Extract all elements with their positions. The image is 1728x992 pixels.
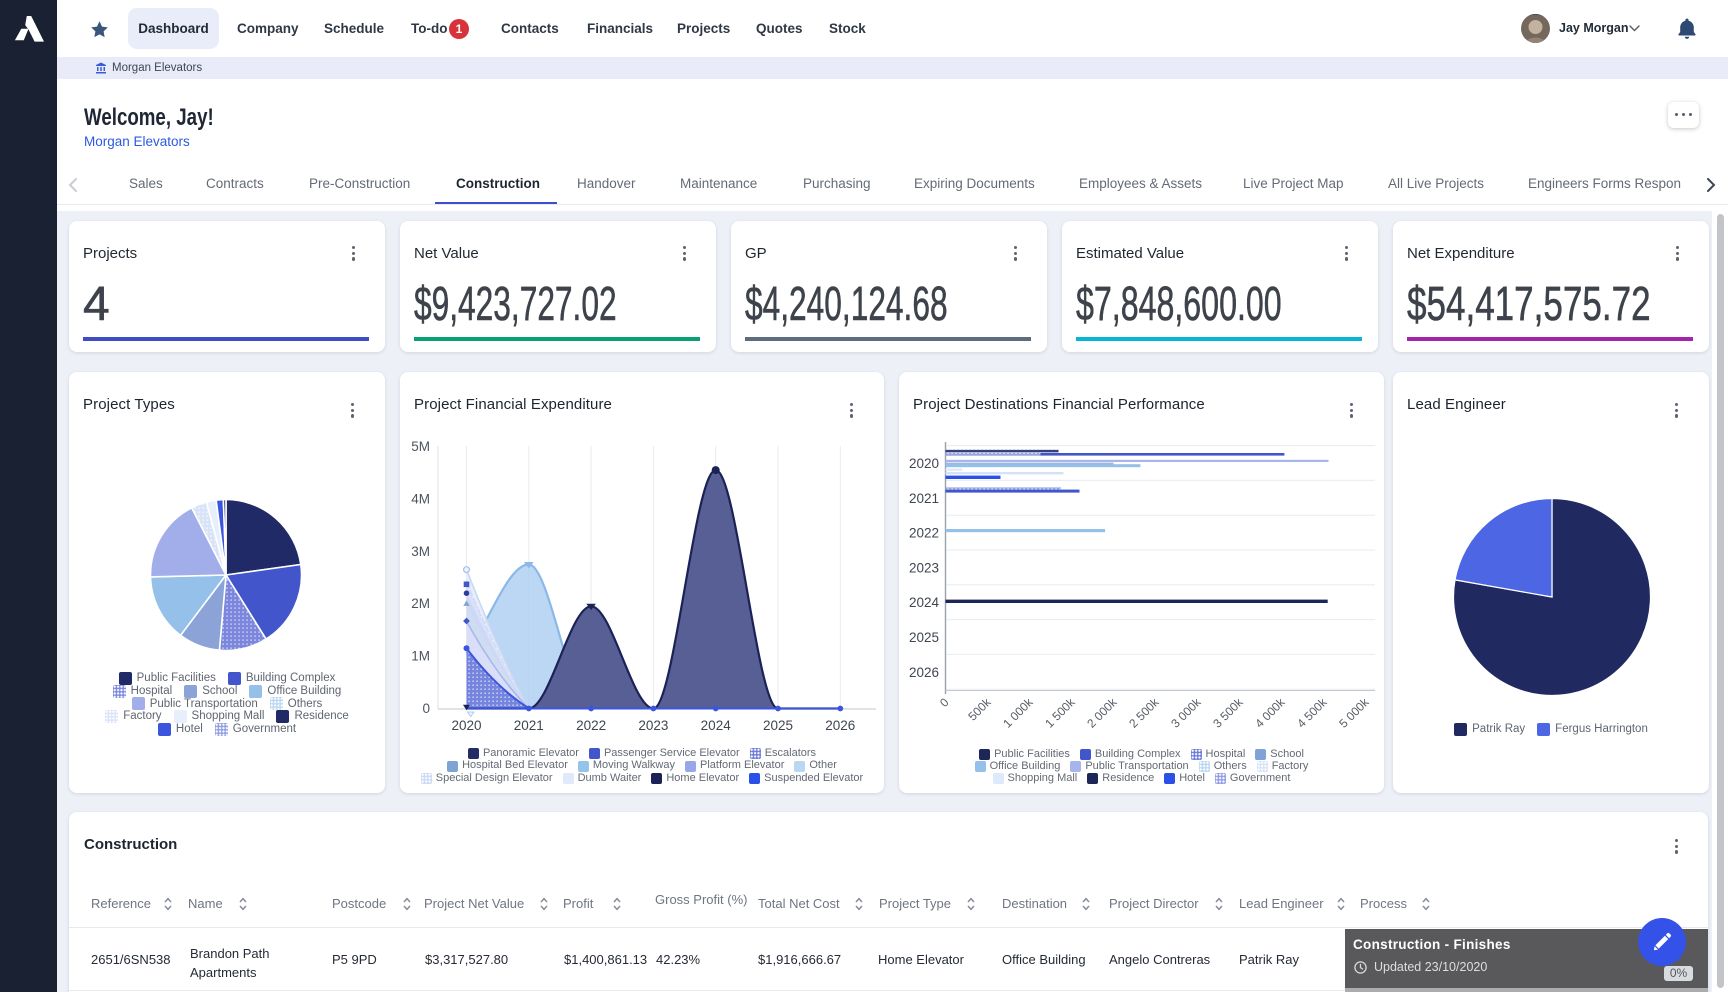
- svg-text:2026: 2026: [909, 665, 939, 680]
- svg-text:2020: 2020: [909, 456, 939, 471]
- svg-text:2023: 2023: [638, 718, 668, 733]
- svg-text:2022: 2022: [909, 526, 939, 541]
- svg-text:2 500k: 2 500k: [1126, 695, 1162, 731]
- svg-text:2M: 2M: [411, 596, 430, 611]
- svg-text:4M: 4M: [411, 491, 430, 506]
- svg-text:2025: 2025: [763, 718, 793, 733]
- svg-text:2020: 2020: [451, 718, 481, 733]
- svg-text:1 000k: 1 000k: [1000, 695, 1036, 731]
- svg-text:3 000k: 3 000k: [1168, 695, 1204, 731]
- svg-text:2023: 2023: [909, 560, 939, 575]
- svg-text:4 500k: 4 500k: [1294, 695, 1330, 731]
- svg-text:2026: 2026: [825, 718, 855, 733]
- svg-text:0: 0: [937, 695, 952, 710]
- svg-text:2025: 2025: [909, 630, 939, 645]
- svg-text:2024: 2024: [909, 595, 940, 610]
- svg-text:2024: 2024: [701, 718, 732, 733]
- svg-text:5M: 5M: [411, 439, 430, 454]
- svg-text:3 500k: 3 500k: [1210, 695, 1246, 731]
- svg-text:1M: 1M: [411, 649, 430, 664]
- svg-text:500k: 500k: [965, 695, 994, 724]
- svg-text:2022: 2022: [576, 718, 606, 733]
- svg-text:2 000k: 2 000k: [1084, 695, 1120, 731]
- svg-text:0: 0: [422, 701, 430, 716]
- svg-text:1 500k: 1 500k: [1042, 695, 1078, 731]
- svg-text:3M: 3M: [411, 544, 430, 559]
- svg-text:4 000k: 4 000k: [1252, 695, 1288, 731]
- svg-text:2021: 2021: [909, 491, 939, 506]
- svg-text:2021: 2021: [514, 718, 544, 733]
- svg-text:5 000k: 5 000k: [1336, 695, 1372, 731]
